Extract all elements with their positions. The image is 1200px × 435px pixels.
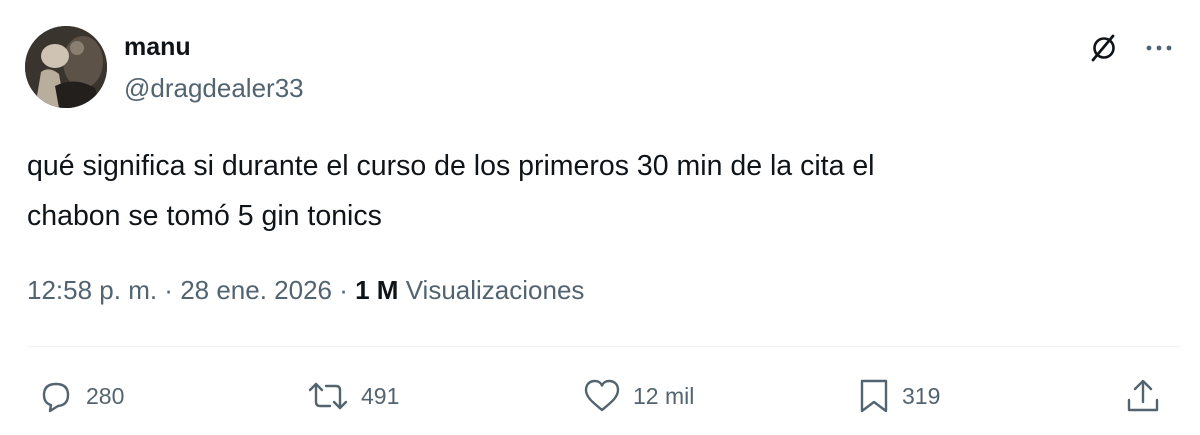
user-handle[interactable]: @dragdealer33: [124, 72, 304, 104]
reply-icon: [42, 382, 70, 413]
meta-separator: ·: [332, 275, 356, 305]
bookmark-icon: [860, 379, 888, 413]
grok-button[interactable]: [1082, 26, 1126, 70]
like-button[interactable]: 12 mil: [581, 372, 694, 420]
retweet-button[interactable]: 491: [305, 372, 399, 420]
retweet-count: 491: [361, 382, 400, 409]
like-count: 12 mil: [633, 382, 695, 409]
avatar[interactable]: [25, 26, 107, 108]
bookmark-button[interactable]: 319: [856, 372, 940, 420]
tweet-text: qué significa si durante el curso de los…: [27, 150, 875, 232]
reply-button[interactable]: 280: [36, 372, 124, 420]
more-icon: [1146, 45, 1172, 51]
avatar-image: [25, 26, 107, 108]
views-count[interactable]: 1 M: [355, 275, 398, 305]
more-options-button[interactable]: [1137, 26, 1181, 70]
share-button[interactable]: [1124, 372, 1162, 420]
retweet-icon: [308, 382, 348, 410]
bookmark-count: 319: [902, 382, 941, 409]
tweet-date[interactable]: 28 ene. 2026: [180, 275, 332, 305]
reply-count: 280: [86, 382, 125, 409]
display-name[interactable]: manu: [124, 31, 191, 63]
meta-separator: ·: [157, 275, 181, 305]
tweet-time[interactable]: 12:58 p. m.: [27, 275, 157, 305]
share-icon: [1127, 379, 1159, 412]
views-label[interactable]: Visualizaciones: [406, 275, 585, 305]
divider: [27, 346, 1180, 347]
tweet-meta: 12:58 p. m. · 28 ene. 2026 · 1 M Visuali…: [27, 270, 584, 310]
grok-icon: [1091, 34, 1115, 62]
heart-icon: [584, 379, 620, 412]
tweet-card: manu @dragdealer33 qué significa si dura…: [0, 0, 1200, 435]
